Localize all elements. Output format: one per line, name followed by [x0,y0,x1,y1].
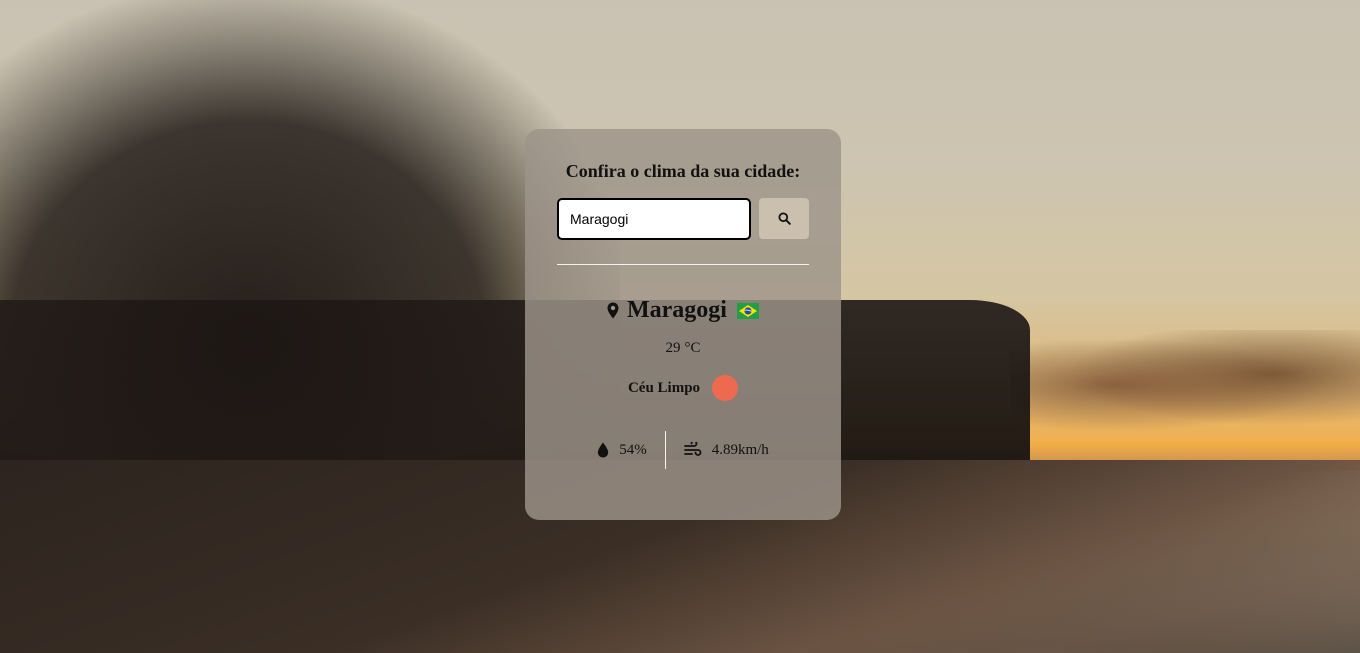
wind-detail: 4.89km/h [666,442,787,459]
city-search-input[interactable] [557,198,751,240]
description-row: Céu Limpo [557,375,809,401]
droplet-icon [597,442,609,458]
weather-card: Confira o clima da sua cidade: Maragogi [525,129,841,520]
brazil-flag-icon [736,302,759,319]
city-row: Maragogi [557,297,809,324]
card-title: Confira o clima da sua cidade: [565,161,801,181]
humidity-detail: 54% [579,442,665,459]
temperature-row: 29 °C [557,340,809,357]
search-button[interactable] [759,198,809,239]
city-name: Maragogi [627,297,727,323]
search-icon [777,212,791,225]
search-row [557,198,809,240]
temperature-value: 29 [665,340,681,356]
divider [557,264,809,265]
wind-value: 4.89km/h [711,441,769,458]
details-row: 54% 4.89km/h [557,431,809,469]
temperature-unit: °C [684,340,701,356]
sunset-clouds [1010,330,1360,440]
humidity-value: 54% [619,441,647,458]
sun-icon [712,375,739,401]
map-pin-icon [607,302,619,319]
weather-description: Céu Limpo [627,379,701,396]
wind-icon [683,442,702,458]
